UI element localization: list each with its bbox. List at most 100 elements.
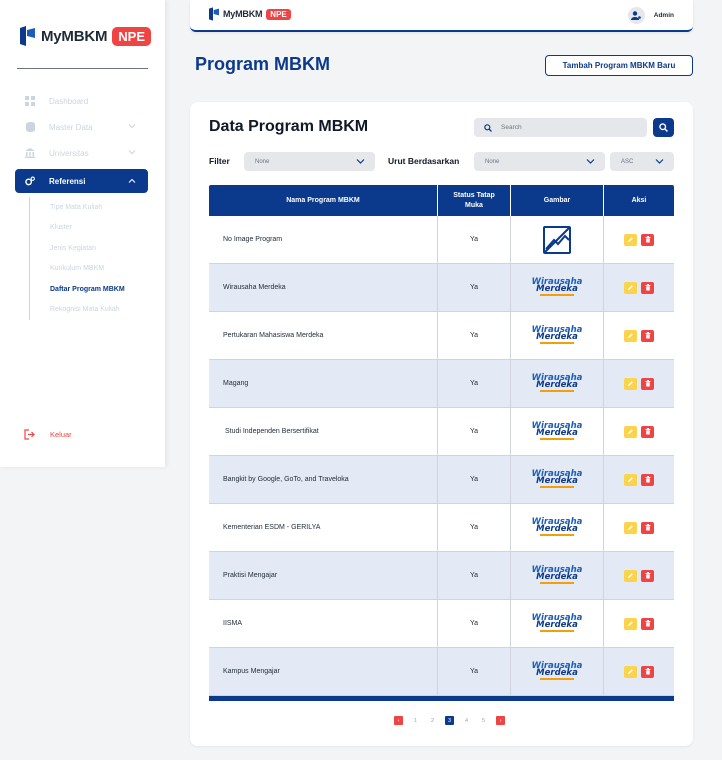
submenu-item-jenis-kegiatan[interactable]: Jenis Kegiatan xyxy=(50,238,148,259)
table-row: Bangkit by Google, GoTo, and Traveloka Ya… xyxy=(209,456,674,504)
pencil-icon xyxy=(628,429,633,434)
program-name-cell: Kementerian ESDM - GERILYA xyxy=(209,504,438,552)
logo-underline xyxy=(539,582,574,584)
logo-underline xyxy=(539,294,574,296)
submenu-item-daftar-program-mbkm[interactable]: Daftar Program MBKM xyxy=(50,279,148,300)
table-header: Nama Program MBKM Status Tatap Muka Gamb… xyxy=(209,185,674,216)
sidebar-brand[interactable]: MyMBKM NPE xyxy=(20,26,152,46)
sidebar-item-label: Dashboard xyxy=(49,96,89,106)
page-button[interactable]: 5 xyxy=(479,716,488,725)
edit-button[interactable] xyxy=(624,329,637,342)
next-page-button[interactable]: › xyxy=(496,716,505,725)
sort-select[interactable]: None xyxy=(474,152,605,171)
sidebar-submenu: Tipe Mata Kuliah Kluster Jenis Kegiatan … xyxy=(29,197,148,320)
delete-button[interactable] xyxy=(641,281,654,294)
search-icon xyxy=(484,123,492,132)
pencil-icon xyxy=(628,669,633,674)
page-button[interactable]: 4 xyxy=(462,716,471,725)
edit-button[interactable] xyxy=(624,617,637,630)
gears-icon xyxy=(25,176,35,186)
delete-button[interactable] xyxy=(641,425,654,438)
order-value: ASC xyxy=(621,158,634,165)
chevron-down-icon xyxy=(356,159,365,164)
delete-button[interactable] xyxy=(641,377,654,390)
card-title: Data Program MBKM xyxy=(209,118,369,135)
submenu-item-kluster[interactable]: Kluster xyxy=(50,218,148,239)
delete-button[interactable] xyxy=(641,569,654,582)
search-box[interactable] xyxy=(474,118,647,137)
chevron-down-icon xyxy=(655,159,664,164)
sidebar-item-universitas[interactable]: Universitas xyxy=(15,140,148,166)
edit-button[interactable] xyxy=(624,377,637,390)
submenu-item-rekognisi-mata-kuliah[interactable]: Rekognisi Mata Kuliah xyxy=(50,300,148,321)
user-menu[interactable]: Admin xyxy=(627,7,674,24)
sidebar-item-dashboard[interactable]: Dashboard xyxy=(15,88,148,114)
submenu-item-kurikulum-mbkm[interactable]: Kurikulum MBKM xyxy=(50,259,148,280)
edit-button[interactable] xyxy=(624,425,637,438)
delete-button[interactable] xyxy=(641,233,654,246)
table-row: Studi Independen Bersertifikat Ya Wirausah… xyxy=(209,408,674,456)
logout-button[interactable]: Keluar xyxy=(24,429,72,440)
trash-icon xyxy=(645,380,650,387)
action-cell xyxy=(604,360,674,408)
edit-button[interactable] xyxy=(624,521,637,534)
search-button[interactable] xyxy=(653,118,674,137)
page-button[interactable]: 2 xyxy=(428,716,437,725)
table-row: Magang Ya Wirausaha Merdeka xyxy=(209,360,674,408)
trash-icon xyxy=(645,524,650,531)
delete-button[interactable] xyxy=(641,521,654,534)
order-select[interactable]: ASC xyxy=(610,152,674,171)
edit-button[interactable] xyxy=(624,473,637,486)
delete-button[interactable] xyxy=(641,329,654,342)
logo-underline xyxy=(539,486,574,488)
trash-icon xyxy=(645,284,650,291)
edit-button[interactable] xyxy=(624,569,637,582)
page-button-current[interactable]: 3 xyxy=(445,716,454,725)
topbar-brand[interactable]: MyMBKM NPE xyxy=(209,7,291,21)
logo-underline xyxy=(539,630,574,632)
edit-button[interactable] xyxy=(624,665,637,678)
column-header: Nama Program MBKM xyxy=(209,185,438,216)
pencil-icon xyxy=(628,621,633,626)
add-program-button[interactable]: Tambah Program MBKM Baru xyxy=(545,55,693,76)
page-button[interactable]: 1 xyxy=(411,716,420,725)
sidebar-item-referensi[interactable]: Referensi xyxy=(15,169,148,193)
brand-name: MyMBKM xyxy=(223,9,263,19)
table-row: Praktisi Mengajar Ya Wirausaha Merdeka xyxy=(209,552,674,600)
trash-icon xyxy=(645,476,650,483)
status-cell: Ya xyxy=(438,600,511,648)
trash-icon xyxy=(645,332,650,339)
pagination: ‹ 1 2 3 4 5 › xyxy=(390,716,509,725)
table-row: Kementerian ESDM - GERILYA Ya Wirausaha Mer… xyxy=(209,504,674,552)
search-input[interactable] xyxy=(501,124,631,131)
action-cell xyxy=(604,264,674,312)
program-name-cell: Wirausaha Merdeka xyxy=(209,264,438,312)
delete-button[interactable] xyxy=(641,473,654,486)
program-logo: Wirausaha Merdeka xyxy=(532,278,582,296)
edit-button[interactable] xyxy=(624,281,637,294)
action-cell xyxy=(604,456,674,504)
delete-button[interactable] xyxy=(641,665,654,678)
chevron-down-icon xyxy=(586,159,595,164)
action-cell xyxy=(604,552,674,600)
prev-page-button[interactable]: ‹ xyxy=(394,716,403,725)
user-name: Admin xyxy=(653,12,674,19)
table-row: Kampus Mengajar Ya Wirausaha Merdeka xyxy=(209,648,674,696)
image-cell xyxy=(511,216,604,264)
filter-select[interactable]: None xyxy=(244,152,375,171)
brand-logo-icon xyxy=(20,26,35,46)
chevron-up-icon xyxy=(128,178,136,183)
delete-button[interactable] xyxy=(641,617,654,630)
status-cell: Ya xyxy=(438,312,511,360)
pencil-icon xyxy=(628,237,633,242)
logo-line: Merdeka xyxy=(536,476,578,486)
sort-value: None xyxy=(485,158,500,165)
brand-name: MyMBKM xyxy=(41,27,108,45)
sidebar-item-master-data[interactable]: Master Data xyxy=(15,114,148,140)
filter-label: Filter xyxy=(209,156,230,166)
edit-button[interactable] xyxy=(624,233,637,246)
logo-underline xyxy=(539,678,574,680)
submenu-item-tipe-mata-kuliah[interactable]: Tipe Mata Kuliah xyxy=(50,197,148,218)
image-cell: Wirausaha Merdeka xyxy=(511,408,604,456)
logo-underline xyxy=(539,438,574,440)
